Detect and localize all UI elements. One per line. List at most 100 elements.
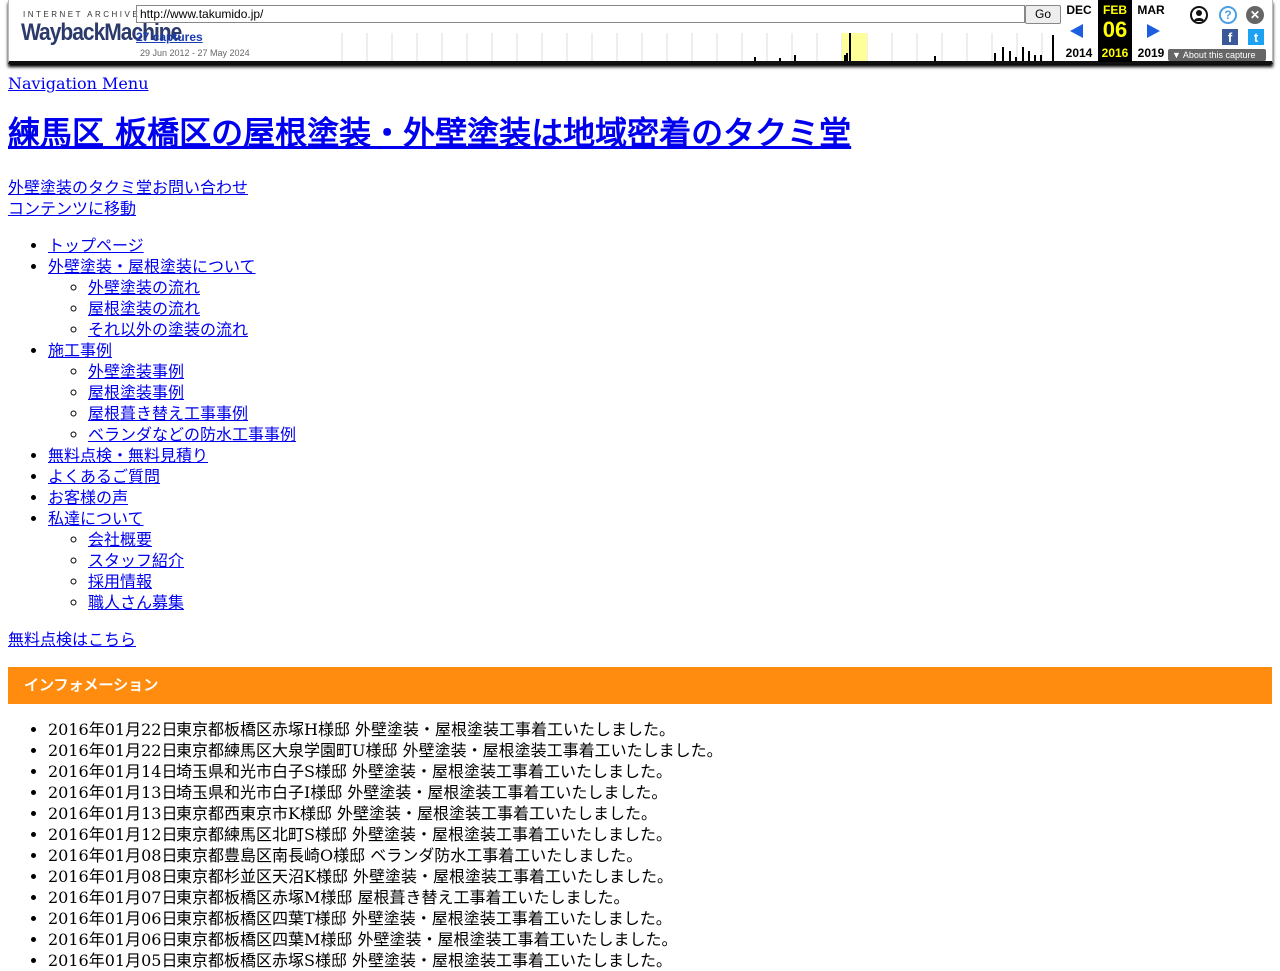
arrow-left-icon[interactable]	[1070, 24, 1083, 38]
submenu-item: スタッフ紹介	[88, 550, 296, 571]
submenu-link[interactable]: それ以外の塗装の流れ	[88, 320, 248, 339]
sparkline-bar	[934, 56, 936, 61]
news-text: 東京都豊島区南長崎O様邸 ベランダ防水工事着工いたしました。	[176, 846, 643, 865]
sparkline-bar	[779, 58, 781, 61]
menu-item: 外壁塗装・屋根塗装について外壁塗装の流れ屋根塗装の流れそれ以外の塗装の流れ	[48, 256, 296, 340]
menu-item: お客様の声	[48, 487, 296, 508]
submenu-item: 屋根葺き替え工事事例	[88, 403, 296, 424]
sparkline-bar	[846, 53, 848, 61]
wayback-toolbar: INTERNET ARCHIVE WaybackMachine http://w…	[0, 0, 1280, 68]
news-item: 2016年01月22日東京都板橋区赤塚H様邸 外壁塗装・屋根塗装工事着工いたしま…	[48, 719, 723, 740]
news-date: 2016年01月13日	[48, 804, 178, 823]
about-capture-button[interactable]: ▼ About this capture	[1168, 49, 1266, 61]
twitter-icon[interactable]: t	[1248, 29, 1264, 45]
wayback-captures-link[interactable]: 27 captures	[136, 30, 203, 44]
submenu-item: 職人さん募集	[88, 592, 296, 613]
sparkline-bar	[754, 57, 756, 61]
menu-link[interactable]: よくあるご質問	[48, 467, 160, 486]
help-icon[interactable]: ?	[1219, 6, 1237, 24]
news-item: 2016年01月07日東京都板橋区赤塚M様邸 屋根葺き替え工事着工いたしました。	[48, 887, 723, 908]
news-text: 東京都板橋区赤塚M様邸 屋根葺き替え工事着工いたしました。	[176, 888, 630, 907]
submenu: 外壁塗装事例屋根塗装事例屋根葺き替え工事事例ベランダなどの防水工事事例	[48, 361, 296, 445]
submenu-link[interactable]: 屋根塗装の流れ	[88, 299, 200, 318]
news-date: 2016年01月05日	[48, 951, 178, 970]
sparkline-bar	[994, 53, 996, 61]
wayback-url-input[interactable]: http://www.takumido.jp/	[136, 5, 1025, 23]
submenu-link[interactable]: 屋根塗装事例	[88, 383, 184, 402]
submenu-link[interactable]: スタッフ紹介	[88, 551, 184, 570]
sparkline-bar	[1002, 47, 1004, 61]
submenu-item: 外壁塗装の流れ	[88, 277, 296, 298]
news-text: 東京都板橋区四葉T様邸 外壁塗装・屋根塗装工事着工いたしました。	[176, 909, 672, 928]
submenu: 外壁塗装の流れ屋根塗装の流れそれ以外の塗装の流れ	[48, 277, 296, 340]
skip-to-content-link[interactable]: コンテンツに移動	[8, 198, 136, 219]
sparkline-year-grid	[341, 33, 1043, 61]
news-date: 2016年01月08日	[48, 846, 178, 865]
contact-image-link[interactable]: 外壁塗装のタクミ堂お問い合わせ	[8, 177, 248, 198]
wayback-prev-month[interactable]: DEC 2014	[1055, 0, 1103, 61]
menu-link[interactable]: 私達について	[48, 509, 144, 528]
news-text: 東京都板橋区赤塚H様邸 外壁塗装・屋根塗装工事着工いたしました。	[176, 720, 676, 739]
menu-link[interactable]: トップページ	[48, 236, 144, 255]
submenu: 会社概要スタッフ紹介採用情報職人さん募集	[48, 529, 296, 613]
news-item: 2016年01月22日東京都練馬区大泉学園町U様邸 外壁塗装・屋根塗装工事着工い…	[48, 740, 723, 761]
news-date: 2016年01月07日	[48, 888, 178, 907]
submenu-link[interactable]: 採用情報	[88, 572, 152, 591]
news-item: 2016年01月08日東京都豊島区南長崎O様邸 ベランダ防水工事着工いたしました…	[48, 845, 723, 866]
wayback-logo-top: INTERNET ARCHIVE	[23, 10, 141, 19]
menu-link[interactable]: 無料点検・無料見積り	[48, 446, 208, 465]
sparkline-bar	[1052, 35, 1054, 61]
close-icon[interactable]: ✕	[1246, 6, 1264, 24]
free-inspection-image-link[interactable]: 無料点検はこちら	[8, 629, 136, 650]
news-item: 2016年01月05日東京都板橋区赤塚S様邸 外壁塗装・屋根塗装工事着工いたしま…	[48, 950, 723, 971]
sparkline-bar	[1028, 51, 1030, 61]
submenu-link[interactable]: 屋根葺き替え工事事例	[88, 404, 248, 423]
arrow-right-icon[interactable]	[1147, 24, 1160, 38]
news-text: 東京都練馬区大泉学園町U様邸 外壁塗装・屋根塗装工事着工いたしました。	[176, 741, 723, 760]
menu-link[interactable]: お客様の声	[48, 488, 128, 507]
menu-link[interactable]: 施工事例	[48, 341, 112, 360]
news-date: 2016年01月13日	[48, 783, 178, 802]
news-text: 東京都西東京市K様邸 外壁塗装・屋根塗装工事着工いたしました。	[176, 804, 658, 823]
submenu-link[interactable]: 会社概要	[88, 530, 152, 549]
nav-menu-image-link[interactable]: Navigation Menu	[8, 73, 149, 94]
news-item: 2016年01月13日埼玉県和光市白子I様邸 外壁塗装・屋根塗装工事着工いたしま…	[48, 782, 723, 803]
submenu-item: 会社概要	[88, 529, 296, 550]
wayback-capture-range: 29 Jun 2012 - 27 May 2024	[140, 48, 250, 58]
main-menu: トップページ外壁塗装・屋根塗装について外壁塗装の流れ屋根塗装の流れそれ以外の塗装…	[8, 235, 296, 613]
news-date: 2016年01月06日	[48, 930, 178, 949]
news-item: 2016年01月06日東京都板橋区四葉M様邸 外壁塗装・屋根塗装工事着工いたしま…	[48, 929, 723, 950]
submenu-item: ベランダなどの防水工事事例	[88, 424, 296, 445]
news-text: 東京都板橋区四葉M様邸 外壁塗装・屋根塗装工事着工いたしました。	[176, 930, 678, 949]
site-title-link[interactable]: 練馬区 板橋区の屋根塗装・外壁塗装は地域密着のタクミ堂	[8, 111, 851, 155]
news-date: 2016年01月22日	[48, 720, 178, 739]
sparkline-bar	[1040, 55, 1042, 61]
submenu-item: 屋根塗装の流れ	[88, 298, 296, 319]
news-date: 2016年01月08日	[48, 867, 178, 886]
facebook-icon[interactable]: f	[1222, 29, 1238, 45]
sparkline-bars	[754, 33, 1054, 61]
submenu-link[interactable]: 外壁塗装の流れ	[88, 278, 200, 297]
about-capture-label: About this capture	[1182, 50, 1256, 60]
news-item: 2016年01月08日東京都杉並区天沼K様邸 外壁塗装・屋根塗装工事着工いたしま…	[48, 866, 723, 887]
news-text: 東京都杉並区天沼K様邸 外壁塗装・屋根塗装工事着工いたしました。	[176, 867, 674, 886]
news-date: 2016年01月14日	[48, 762, 178, 781]
sparkline-bar	[1022, 47, 1024, 61]
submenu-link[interactable]: ベランダなどの防水工事事例	[88, 425, 296, 444]
prev-month-label: DEC	[1066, 3, 1092, 17]
menu-item: 無料点検・無料見積り	[48, 445, 296, 466]
news-item: 2016年01月12日東京都練馬区北町S様邸 外壁塗装・屋根塗装工事着工いたしま…	[48, 824, 723, 845]
wayback-sparkline[interactable]	[334, 33, 1059, 61]
next-month-label: MAR	[1137, 3, 1165, 17]
news-text: 埼玉県和光市白子S様邸 外壁塗装・屋根塗装工事着工いたしました。	[176, 762, 673, 781]
submenu-link[interactable]: 外壁塗装事例	[88, 362, 184, 381]
user-icon[interactable]	[1190, 6, 1208, 24]
submenu-link[interactable]: 職人さん募集	[88, 593, 184, 612]
wayback-logo[interactable]: INTERNET ARCHIVE WaybackMachine	[21, 10, 182, 52]
news-list: 2016年01月22日東京都板橋区赤塚H様邸 外壁塗装・屋根塗装工事着工いたしま…	[8, 719, 723, 971]
sparkline-bar	[844, 55, 846, 61]
menu-link[interactable]: 外壁塗装・屋根塗装について	[48, 257, 256, 276]
sparkline-bar	[794, 55, 796, 61]
menu-item: 私達について会社概要スタッフ紹介採用情報職人さん募集	[48, 508, 296, 613]
sparkline-bar	[1009, 51, 1011, 61]
